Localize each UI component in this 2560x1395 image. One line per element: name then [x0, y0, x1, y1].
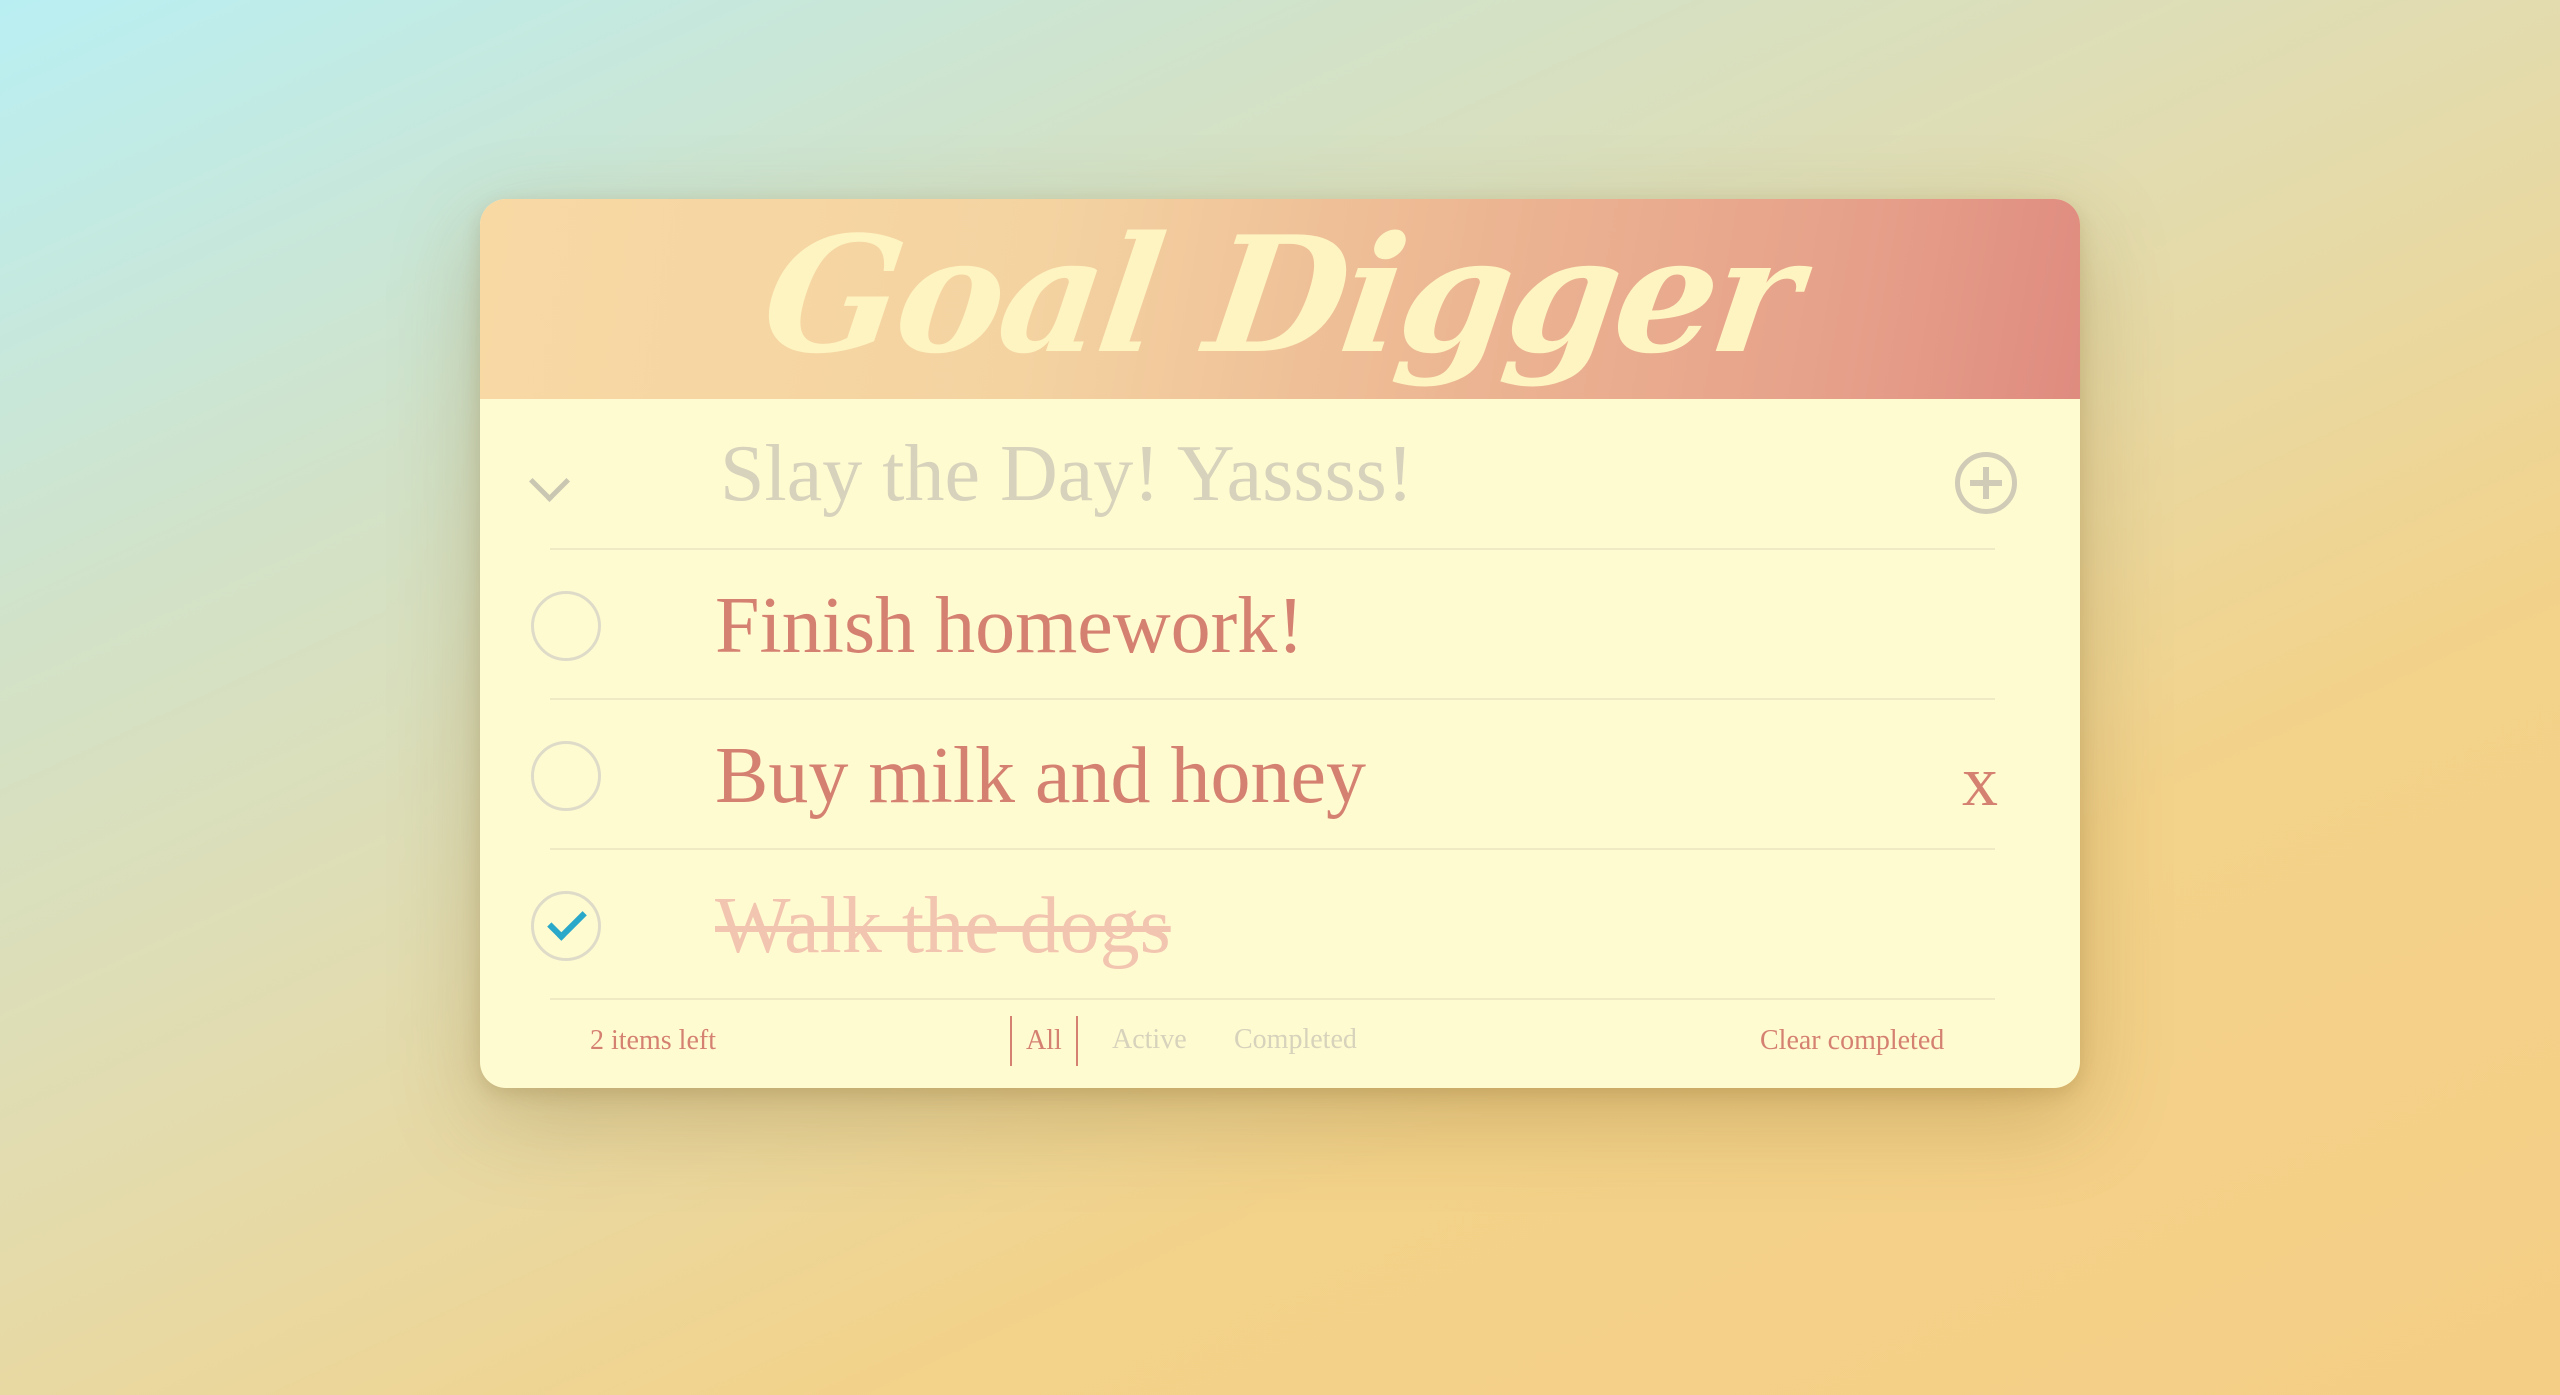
new-todo-row [480, 399, 2080, 549]
todo-checkbox-checked[interactable] [531, 891, 601, 961]
todo-item-completed: Walk the dogs [480, 849, 2080, 999]
todo-checkbox[interactable] [531, 591, 601, 661]
todo-label[interactable]: Finish homework! [715, 581, 1304, 671]
items-left-count: 2 items left [590, 1025, 716, 1056]
todo-item: Buy milk and honey x [480, 699, 2080, 849]
todo-label[interactable]: Buy milk and honey [715, 731, 1366, 821]
todo-checkbox[interactable] [531, 741, 601, 811]
add-todo-plus-icon[interactable] [1955, 452, 2017, 514]
todo-item: Finish homework! [480, 549, 2080, 699]
todo-label[interactable]: Walk the dogs [715, 881, 1171, 971]
filter-all[interactable]: All [1010, 1016, 1078, 1066]
header: Goal Digger [480, 199, 2080, 399]
checkmark-icon [547, 901, 587, 941]
app-title: Goal Digger [752, 201, 1808, 389]
footer: 2 items left All Active Completed Clear … [480, 999, 2080, 1088]
todo-app-card: Goal Digger Finish homework! Buy milk an… [480, 199, 2080, 1088]
delete-todo-button[interactable]: x [1962, 741, 1998, 821]
clear-completed-button[interactable]: Clear completed [1760, 1025, 1944, 1057]
new-todo-input[interactable] [720, 424, 1820, 524]
toggle-all-chevron-icon[interactable] [528, 460, 571, 503]
filter-completed[interactable]: Completed [1220, 1018, 1371, 1062]
filter-active[interactable]: Active [1098, 1018, 1201, 1062]
